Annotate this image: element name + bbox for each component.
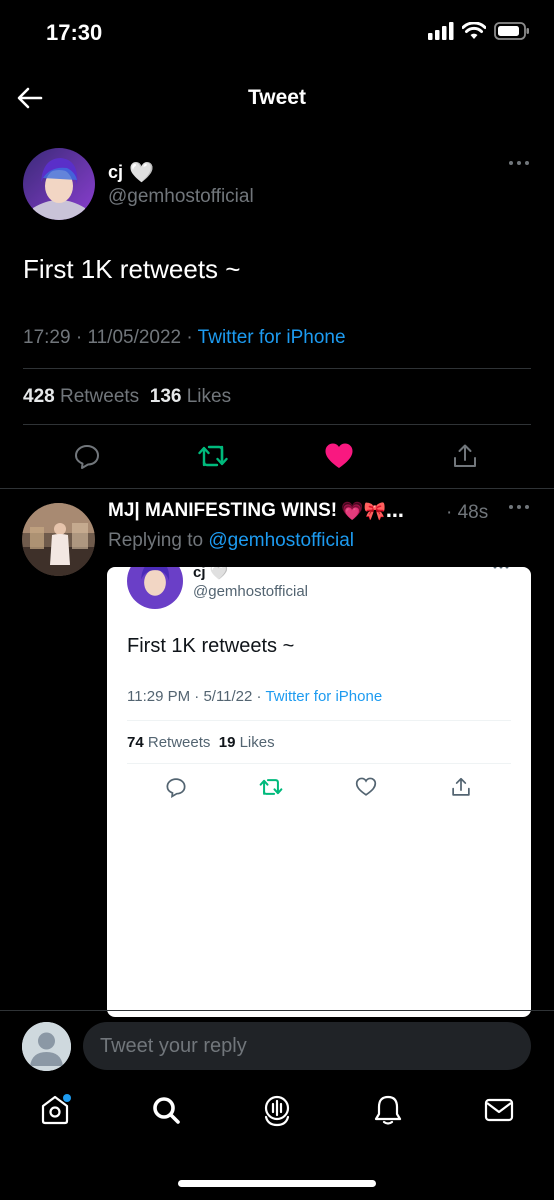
retweets-stat[interactable]: 428 Retweets bbox=[23, 386, 139, 407]
tab-messages[interactable] bbox=[481, 1092, 517, 1128]
tweet-date: 11/05/2022 bbox=[87, 327, 182, 348]
embedded-tweet-stats: 74 Retweets 19 Likes bbox=[127, 734, 275, 751]
messages-icon bbox=[484, 1098, 514, 1122]
tweet-time: 17:29 bbox=[23, 327, 71, 348]
embedded-tweet-text: First 1K retweets ~ bbox=[127, 635, 295, 657]
reply-author-name-text: MJ| MANIFESTING WINS! bbox=[108, 500, 338, 521]
embedded-divider bbox=[127, 763, 511, 764]
embedded-tweet-actions bbox=[107, 775, 531, 799]
home-indicator bbox=[178, 1180, 376, 1187]
retweet-icon bbox=[198, 445, 228, 467]
embedded-reply-icon bbox=[164, 775, 188, 799]
tab-search[interactable] bbox=[148, 1092, 184, 1128]
tweet-timestamp: 17:29 · 11/05/2022 · Twitter for iPhone bbox=[23, 327, 346, 348]
author-handle[interactable]: @gemhostofficial bbox=[108, 186, 254, 208]
divider bbox=[0, 1010, 554, 1011]
battery-icon bbox=[494, 22, 529, 40]
reply-author-emoji: 💗🎀… bbox=[341, 500, 404, 522]
divider bbox=[0, 488, 554, 489]
heart-filled-icon bbox=[325, 443, 353, 468]
tab-home[interactable] bbox=[37, 1092, 73, 1128]
more-options-button[interactable] bbox=[508, 160, 530, 166]
embedded-avatar bbox=[127, 567, 183, 609]
tweet-text: First 1K retweets ~ bbox=[23, 254, 241, 284]
embedded-more-icon bbox=[493, 567, 509, 569]
reply-time: · 48s bbox=[446, 502, 489, 523]
like-button[interactable] bbox=[323, 440, 355, 472]
attached-image[interactable]: cj 🤍 @gemhostofficial First 1K retweets … bbox=[107, 567, 531, 1017]
more-horizontal-icon bbox=[509, 161, 529, 165]
replying-to-handle-link[interactable]: @gemhostofficial bbox=[208, 530, 354, 551]
reply-more-options-button[interactable] bbox=[508, 504, 530, 510]
home-icon bbox=[41, 1094, 71, 1125]
tweet-stats: 428 Retweets 136 Likes bbox=[23, 386, 231, 408]
tab-notifications[interactable] bbox=[370, 1092, 406, 1128]
reply-button[interactable] bbox=[71, 440, 103, 472]
cellular-signal-icon bbox=[428, 22, 454, 40]
reply-author-avatar[interactable] bbox=[22, 503, 95, 576]
author-avatar[interactable] bbox=[23, 148, 95, 220]
white-heart-emoji: 🤍 bbox=[129, 160, 154, 184]
tweet-actions bbox=[0, 440, 554, 472]
page-title: Tweet bbox=[248, 86, 306, 109]
likes-stat[interactable]: 136 Likes bbox=[150, 386, 231, 407]
reply-icon bbox=[75, 445, 99, 469]
embedded-author-handle: @gemhostofficial bbox=[193, 583, 309, 600]
status-icons bbox=[428, 22, 530, 40]
bottom-tab-bar bbox=[0, 1092, 554, 1142]
author-name-text: cj bbox=[108, 161, 124, 182]
divider bbox=[23, 368, 531, 369]
share-button[interactable] bbox=[449, 440, 481, 472]
search-icon bbox=[153, 1097, 180, 1124]
spaces-icon bbox=[264, 1095, 290, 1127]
tab-spaces[interactable] bbox=[259, 1092, 295, 1128]
replying-to: Replying to @gemhostofficial bbox=[108, 530, 355, 551]
embedded-heart-icon bbox=[354, 775, 378, 799]
share-icon bbox=[454, 444, 476, 467]
reply-author-name[interactable]: MJ| MANIFESTING WINS! 💗🎀… bbox=[108, 500, 404, 522]
retweet-button[interactable] bbox=[197, 440, 229, 472]
reply-input[interactable] bbox=[83, 1022, 531, 1070]
default-avatar-icon bbox=[22, 1022, 71, 1071]
notifications-icon bbox=[374, 1095, 402, 1125]
divider bbox=[23, 424, 531, 425]
embedded-author-name: cj 🤍 bbox=[193, 567, 229, 581]
embedded-tweet-timestamp: 11:29 PM · 5/11/22 · Twitter for iPhone bbox=[127, 688, 383, 705]
embedded-divider bbox=[127, 720, 511, 721]
more-horizontal-icon bbox=[509, 505, 529, 509]
embedded-share-icon bbox=[449, 775, 473, 799]
author-name[interactable]: cj 🤍 bbox=[108, 160, 154, 184]
embedded-retweet-icon bbox=[259, 775, 283, 799]
status-time: 17:30 bbox=[46, 20, 103, 45]
current-user-avatar[interactable] bbox=[22, 1022, 71, 1071]
wifi-icon bbox=[462, 22, 486, 39]
tweet-source-link[interactable]: Twitter for iPhone bbox=[198, 327, 346, 348]
